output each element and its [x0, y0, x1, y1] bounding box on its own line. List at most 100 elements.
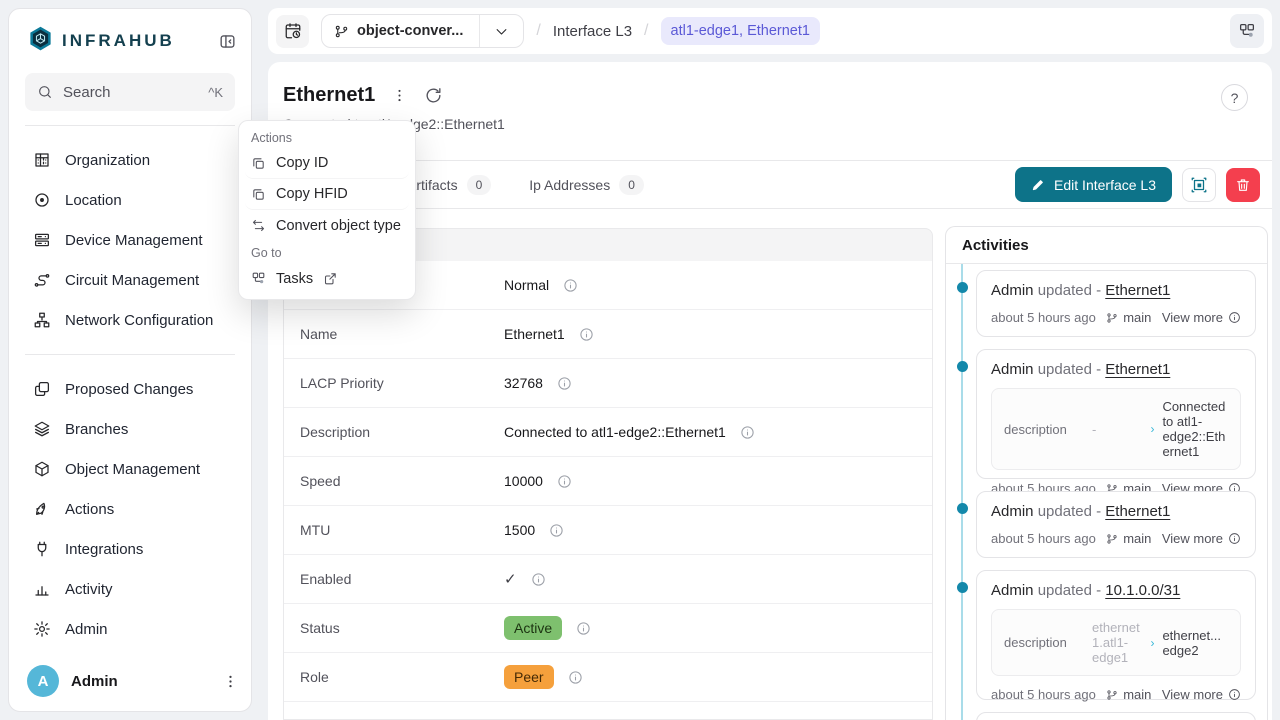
sidebar-item-location[interactable]: Location [9, 180, 251, 220]
search-input[interactable]: Search ^K [25, 73, 235, 111]
info-icon[interactable] [568, 670, 583, 685]
refresh-button[interactable] [424, 86, 443, 105]
object-actions-button[interactable] [391, 87, 408, 104]
info-icon[interactable] [576, 621, 591, 636]
activity-action: updated - [1038, 503, 1101, 520]
user-menu-button[interactable] [222, 673, 239, 690]
sidebar-item-network-configuration[interactable]: Network Configuration [9, 300, 251, 340]
activity-time: about 5 hours ago [991, 310, 1096, 325]
view-more-link[interactable]: View more [1162, 687, 1241, 702]
info-icon [1228, 688, 1241, 701]
brand-name: INFRAHUB [62, 31, 218, 51]
activity-branch: main [1106, 310, 1151, 325]
menu-item-label: Convert object type [276, 218, 401, 234]
git-branch-icon [1106, 312, 1118, 324]
tab-count-badge: 0 [467, 175, 492, 195]
branch-selector-current[interactable]: object-conver... [322, 15, 480, 47]
sidebar-item-object-management[interactable]: Object Management [9, 449, 251, 489]
branch-label: main [1123, 531, 1151, 546]
user-name: Admin [71, 673, 210, 690]
sidebar-nav-secondary: Proposed Changes Branches Object Managem… [9, 369, 251, 649]
circuit-icon [33, 271, 51, 289]
edit-interface-button[interactable]: Edit Interface L3 [1015, 167, 1172, 202]
chevron-down-icon [494, 24, 509, 39]
manage-groups-button[interactable] [1182, 168, 1216, 202]
menu-item-convert-object-type[interactable]: Convert object type [245, 210, 409, 241]
info-icon[interactable] [740, 425, 755, 440]
activity-action: updated - [1038, 361, 1101, 378]
sidebar-item-device-management[interactable]: Device Management [9, 220, 251, 260]
info-icon[interactable] [557, 474, 572, 489]
view-more-label: View more [1162, 310, 1223, 325]
timeline-dot [957, 361, 968, 372]
breadcrumb-current-object[interactable]: atl1-edge1, Ethernet1 [661, 17, 820, 45]
breadcrumb-interface-l3[interactable]: Interface L3 [553, 23, 632, 40]
object-header: Ethernet1 ? Connected to atl1-edge2::Eth… [268, 62, 1272, 132]
row-label: Status [300, 620, 504, 636]
sidebar-item-activity[interactable]: Activity [9, 569, 251, 609]
diff-new-value: ethernet... edge2 [1162, 628, 1228, 658]
nav-label: Actions [65, 501, 114, 518]
branch-name: object-conver... [357, 23, 463, 39]
delete-button[interactable] [1226, 168, 1260, 202]
activity-object-link[interactable]: Ethernet1 [1105, 282, 1170, 299]
activity-card: Admin updated - Ethernet1 about 5 hours … [976, 491, 1256, 558]
activities-title: Activities [946, 227, 1267, 264]
object-actions-menu: Actions Copy ID Copy HFID Convert object… [238, 120, 416, 300]
sidebar-item-circuit-management[interactable]: Circuit Management [9, 260, 251, 300]
row-label: Enabled [300, 571, 504, 587]
workflow-icon [251, 271, 266, 286]
diff-old-value: ethernet1.atl1-edge1 [1092, 620, 1142, 665]
activity-branch: main [1106, 687, 1151, 702]
tab-artifacts[interactable]: Artifacts 0 [407, 175, 491, 195]
sidebar-item-admin[interactable]: Admin [9, 609, 251, 649]
table-row [284, 702, 932, 719]
branch-selector: object-conver... [321, 14, 524, 48]
sidebar-item-proposed-changes[interactable]: Proposed Changes [9, 369, 251, 409]
menu-section-actions: Actions [245, 126, 409, 148]
main-content: Ethernet1 ? Connected to atl1-edge2::Eth… [268, 62, 1272, 720]
sidebar-item-branches[interactable]: Branches [9, 409, 251, 449]
menu-item-copy-id[interactable]: Copy ID [245, 148, 409, 179]
panel-collapse-icon [218, 32, 237, 51]
table-row: Name Ethernet1 [284, 310, 932, 359]
diff-arrow-icon: › [1150, 422, 1154, 436]
activity-object-link[interactable]: Ethernet1 [1105, 503, 1170, 520]
sidebar-item-actions[interactable]: Actions [9, 489, 251, 529]
info-icon[interactable] [531, 572, 546, 587]
workflow-button[interactable] [1230, 14, 1264, 48]
info-icon[interactable] [579, 327, 594, 342]
row-value: 32768 [504, 375, 543, 391]
menu-item-tasks[interactable]: Tasks [245, 263, 409, 294]
time-travel-button[interactable] [276, 15, 309, 48]
view-more-link[interactable]: View more [1162, 310, 1241, 325]
info-icon[interactable] [563, 278, 578, 293]
row-value: 10000 [504, 473, 543, 489]
timeline-dot [957, 282, 968, 293]
activity-actor: Admin [991, 503, 1034, 520]
table-row: Role Peer [284, 653, 932, 702]
activity-object-link[interactable]: Ethernet1 [1105, 361, 1170, 378]
diff-arrow-icon: › [1150, 636, 1154, 650]
info-icon[interactable] [557, 376, 572, 391]
sidebar-item-integrations[interactable]: Integrations [9, 529, 251, 569]
git-branch-icon [1106, 533, 1118, 545]
activity-object-link[interactable]: 10.1.0.0/31 [1105, 582, 1180, 599]
trash-icon [1235, 177, 1251, 193]
sidebar-collapse-button[interactable] [218, 32, 237, 51]
diff-field: description [1004, 635, 1084, 650]
info-icon[interactable] [549, 523, 564, 538]
table-row: Status Active [284, 604, 932, 653]
copy-icon [251, 156, 266, 171]
info-icon [1228, 532, 1241, 545]
help-button[interactable]: ? [1221, 84, 1248, 111]
branch-selector-toggle[interactable] [480, 15, 523, 47]
menu-item-copy-hfid[interactable]: Copy HFID [245, 179, 409, 210]
tab-ip-addresses[interactable]: Ip Addresses 0 [529, 175, 644, 195]
tab-count-badge: 0 [619, 175, 644, 195]
nav-label: Location [65, 192, 122, 209]
details-table: Normal Name Ethernet1 LACP Priority 3276… [283, 228, 933, 720]
nav-label: Admin [65, 621, 108, 638]
view-more-link[interactable]: View more [1162, 531, 1241, 546]
sidebar-item-organization[interactable]: Organization [9, 140, 251, 180]
